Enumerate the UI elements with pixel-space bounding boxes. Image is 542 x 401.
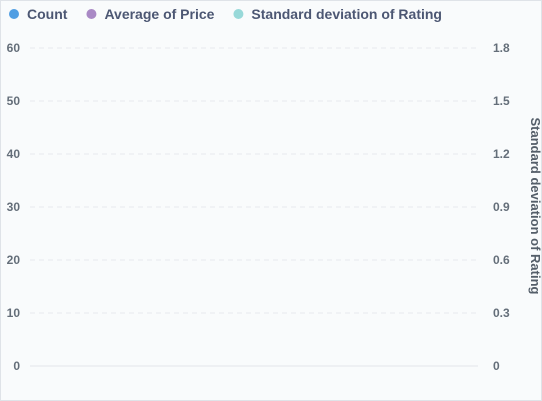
legend-dot <box>9 9 19 19</box>
right-tick-label: 1.5 <box>493 94 510 108</box>
legend-item-3[interactable]: Standard deviation of Rating <box>233 6 442 22</box>
legend-label: Standard deviation of Rating <box>251 6 442 22</box>
left-tick-label: 40 <box>7 147 21 161</box>
legend-item-2[interactable]: Average of Price <box>86 6 215 22</box>
right-tick-label: 0 <box>493 359 500 373</box>
right-tick-label: 0.9 <box>493 200 510 214</box>
left-tick-label: 60 <box>7 41 21 55</box>
right-tick-label: 1.2 <box>493 147 510 161</box>
legend-label: Count <box>27 6 68 22</box>
legend: Count Average of Price Standard deviation … <box>9 6 442 22</box>
left-axis-ticks: 60 50 40 30 20 10 0 <box>7 41 21 373</box>
right-axis-ticks: 1.8 1.5 1.2 0.9 0.6 0.3 0 <box>493 41 510 373</box>
right-axis-label: Standard deviation of Rating <box>528 118 542 295</box>
legend-dot <box>86 9 97 19</box>
legend-dot <box>233 9 244 19</box>
left-tick-label: 20 <box>7 253 21 267</box>
legend-label: Average of Price <box>104 6 214 22</box>
left-tick-label: 30 <box>7 200 21 214</box>
right-tick-label: 1.8 <box>493 41 510 55</box>
right-tick-label: 0.6 <box>493 253 510 267</box>
gridlines <box>30 47 478 367</box>
right-tick-label: 0.3 <box>493 306 510 320</box>
chart: Count Average of Price Standard deviation … <box>7 6 542 373</box>
legend-item-1[interactable]: Count <box>9 6 68 22</box>
left-tick-label: 10 <box>7 306 21 320</box>
left-tick-label: 0 <box>13 359 20 373</box>
left-tick-label: 50 <box>7 94 21 108</box>
